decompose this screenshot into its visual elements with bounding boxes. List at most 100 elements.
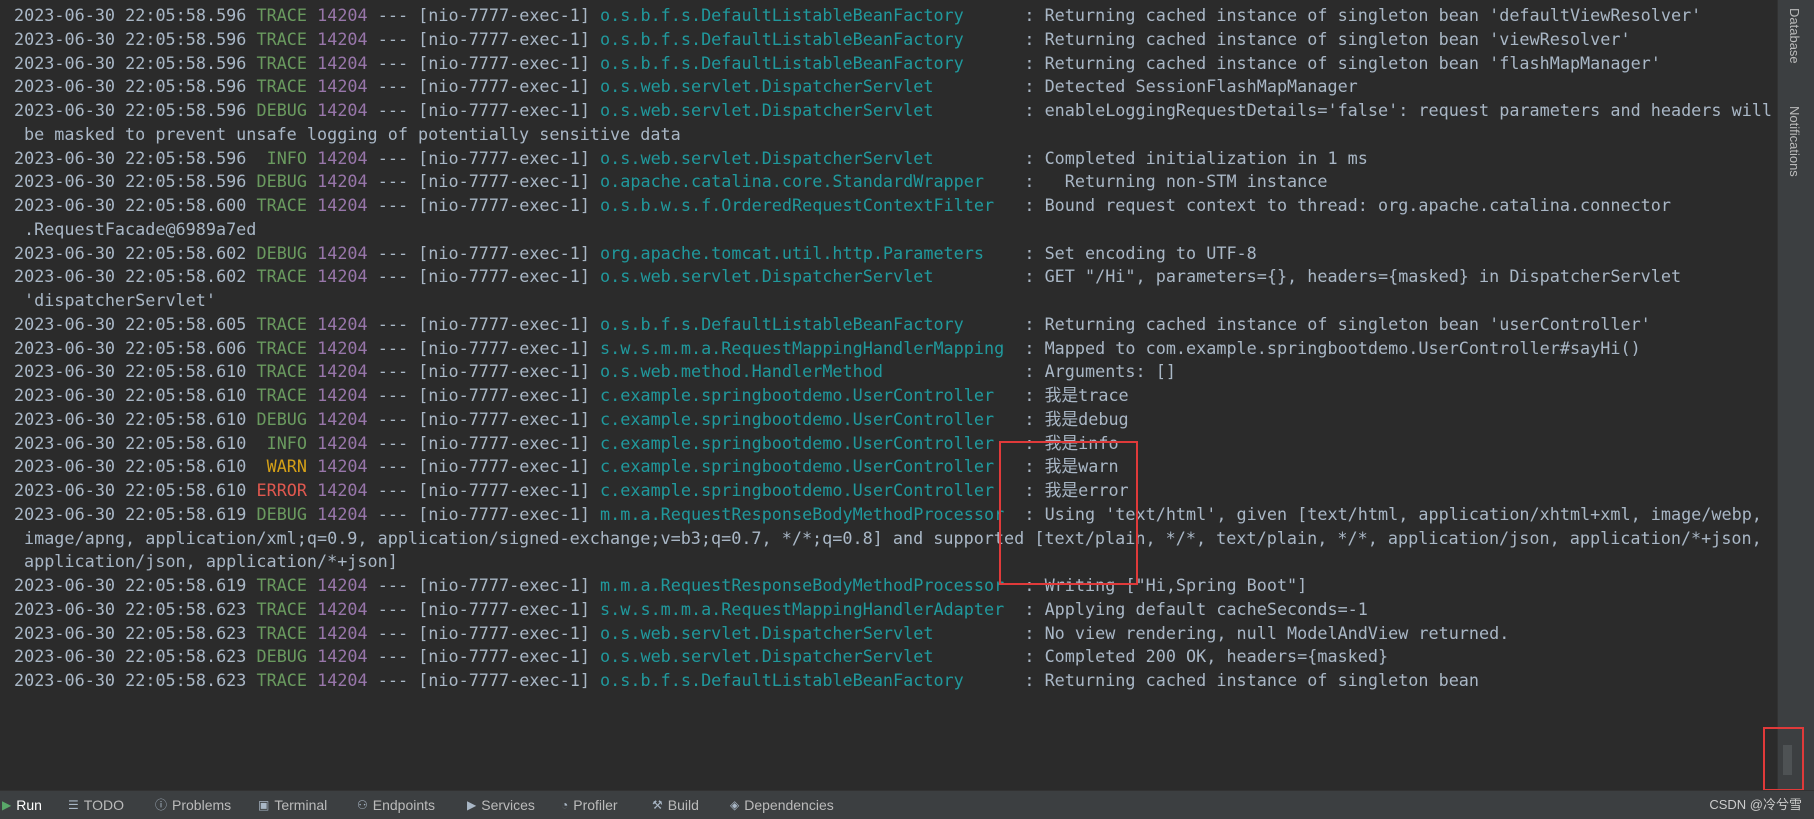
log-timestamp: 2023-06-30 22:05:58.602 — [14, 266, 247, 287]
log-thread: --- [nio-7777-exec-1] — [377, 52, 590, 73]
log-pid: 14204 — [317, 598, 368, 619]
tab-problems[interactable]: ⓘ Problems — [155, 791, 231, 819]
tab-build[interactable]: ⚒ Build — [652, 791, 699, 819]
log-timestamp: 2023-06-30 22:05:58.610 — [14, 385, 247, 405]
tab-profiler-label: Profiler — [573, 797, 618, 813]
log-level: DEBUG — [256, 646, 308, 667]
log-pid: 14204 — [317, 575, 368, 595]
log-level: TRACE — [256, 5, 308, 25]
log-level: DEBUG — [256, 171, 308, 192]
log-level: TRACE — [256, 195, 308, 215]
log-timestamp: 2023-06-30 22:05:58.596 — [14, 52, 247, 73]
log-pid: 14204 — [317, 52, 368, 73]
log-thread: --- [nio-7777-exec-1] — [377, 242, 590, 263]
log-line: 2023-06-30 22:05:58.623 TRACE 14204 --- … — [14, 667, 1479, 695]
log-logger: o.s.b.w.s.f.OrderedRequestContextFilter — [600, 195, 995, 215]
log-pid: 14204 — [317, 456, 368, 477]
dependencies-icon: ◈ — [730, 798, 740, 812]
log-level: DEBUG — [256, 503, 308, 524]
log-timestamp: 2023-06-30 22:05:58.623 — [14, 670, 247, 690]
tab-dependencies[interactable]: ◈ Dependencies — [730, 791, 834, 819]
log-level: TRACE — [256, 266, 308, 287]
log-thread: --- [nio-7777-exec-1] — [377, 361, 590, 382]
tab-terminal[interactable]: ▣ Terminal — [258, 791, 327, 819]
log-level: TRACE — [256, 28, 308, 49]
log-thread: --- [nio-7777-exec-1] — [377, 171, 590, 192]
highlight-annotation-box — [999, 441, 1138, 585]
log-message: : enableLoggingRequestDetails='false': r… — [1024, 100, 1773, 120]
log-level: DEBUG — [256, 242, 308, 263]
log-thread: --- [nio-7777-exec-1] — [377, 622, 590, 643]
log-level: TRACE — [256, 361, 308, 382]
log-thread: --- [nio-7777-exec-1] — [377, 480, 590, 500]
side-tab-database[interactable]: Database — [1787, 8, 1802, 64]
log-thread: --- [nio-7777-exec-1] — [377, 100, 590, 120]
log-message: : Bound request context to thread: org.a… — [1024, 195, 1671, 215]
log-timestamp: 2023-06-30 22:05:58.596 — [14, 147, 247, 168]
log-pid: 14204 — [317, 313, 368, 334]
tab-run[interactable]: ▶ Run — [2, 791, 42, 819]
log-pid: 14204 — [317, 28, 368, 49]
log-line: 2023-06-30 22:05:58.600 TRACE 14204 --- … — [14, 192, 1671, 220]
log-level: TRACE — [256, 622, 308, 643]
log-thread: --- [nio-7777-exec-1] — [377, 195, 590, 215]
log-level: DEBUG — [256, 100, 308, 120]
log-level: TRACE — [256, 52, 308, 73]
log-timestamp: 2023-06-30 22:05:58.596 — [14, 28, 247, 49]
tab-services-label: Services — [481, 797, 535, 813]
log-thread: --- [nio-7777-exec-1] — [377, 28, 590, 49]
log-logger: o.s.b.f.s.DefaultListableBeanFactory — [600, 670, 964, 690]
tab-services[interactable]: ▶ Services — [467, 791, 535, 819]
log-message: : Applying default cacheSeconds=-1 — [1024, 598, 1368, 619]
log-pid: 14204 — [317, 242, 368, 263]
log-timestamp: 2023-06-30 22:05:58.606 — [14, 337, 247, 358]
info-icon: ⓘ — [155, 798, 168, 812]
log-thread: --- [nio-7777-exec-1] — [377, 266, 590, 287]
tab-build-label: Build — [667, 797, 699, 813]
log-message: : Returning cached instance of singleton… — [1024, 313, 1651, 334]
log-level: TRACE — [256, 76, 308, 97]
log-message: : Mapped to com.example.springbootdemo.U… — [1024, 337, 1641, 358]
log-level: TRACE — [256, 385, 308, 405]
log-message: : 我是debug — [1024, 408, 1129, 429]
log-pid: 14204 — [317, 266, 368, 287]
log-thread: --- [nio-7777-exec-1] — [377, 408, 590, 429]
log-message: : Returning non-STM instance — [1024, 171, 1328, 192]
log-thread: --- [nio-7777-exec-1] — [377, 432, 590, 453]
log-pid: 14204 — [317, 503, 368, 524]
list-icon: ☰ — [68, 798, 79, 812]
log-timestamp: 2023-06-30 22:05:58.605 — [14, 313, 247, 334]
log-timestamp: 2023-06-30 22:05:58.610 — [14, 480, 247, 500]
tab-profiler[interactable]: ◔ Profiler — [561, 791, 618, 819]
log-line: 2023-06-30 22:05:58.602 TRACE 14204 --- … — [14, 263, 1681, 291]
log-message: : Detected SessionFlashMapManager — [1024, 76, 1358, 97]
log-pid: 14204 — [317, 171, 368, 192]
tab-run-label: Run — [16, 797, 42, 813]
log-pid: 14204 — [317, 385, 368, 405]
side-tab-notifications[interactable]: Notifications — [1787, 106, 1802, 177]
log-pid: 14204 — [317, 76, 368, 97]
run-console[interactable]: 2023-06-30 22:05:58.596 TRACE 14204 --- … — [0, 0, 1778, 790]
tab-todo[interactable]: ☰ TODO — [68, 791, 124, 819]
log-timestamp: 2023-06-30 22:05:58.623 — [14, 598, 247, 619]
log-timestamp: 2023-06-30 22:05:58.610 — [14, 432, 247, 453]
log-pid: 14204 — [317, 480, 368, 500]
tab-endpoints[interactable]: ⚇ Endpoints — [357, 791, 435, 819]
log-level: WARN — [256, 456, 308, 477]
log-pid: 14204 — [317, 646, 368, 667]
log-message: : Completed initialization in 1 ms — [1024, 147, 1368, 168]
log-timestamp: 2023-06-30 22:05:58.596 — [14, 171, 247, 192]
log-level: TRACE — [256, 337, 308, 358]
log-pid: 14204 — [317, 147, 368, 168]
log-timestamp: 2023-06-30 22:05:58.596 — [14, 100, 247, 120]
log-level: INFO — [256, 432, 308, 453]
log-timestamp: 2023-06-30 22:05:58.596 — [14, 76, 247, 97]
tab-dependencies-label: Dependencies — [744, 797, 834, 813]
log-thread: --- [nio-7777-exec-1] — [377, 5, 590, 25]
log-thread: --- [nio-7777-exec-1] — [377, 456, 590, 477]
log-thread: --- [nio-7777-exec-1] — [377, 313, 590, 334]
log-timestamp: 2023-06-30 22:05:58.602 — [14, 242, 247, 263]
log-pid: 14204 — [317, 361, 368, 382]
log-thread: --- [nio-7777-exec-1] — [377, 598, 590, 619]
log-pid: 14204 — [317, 408, 368, 429]
